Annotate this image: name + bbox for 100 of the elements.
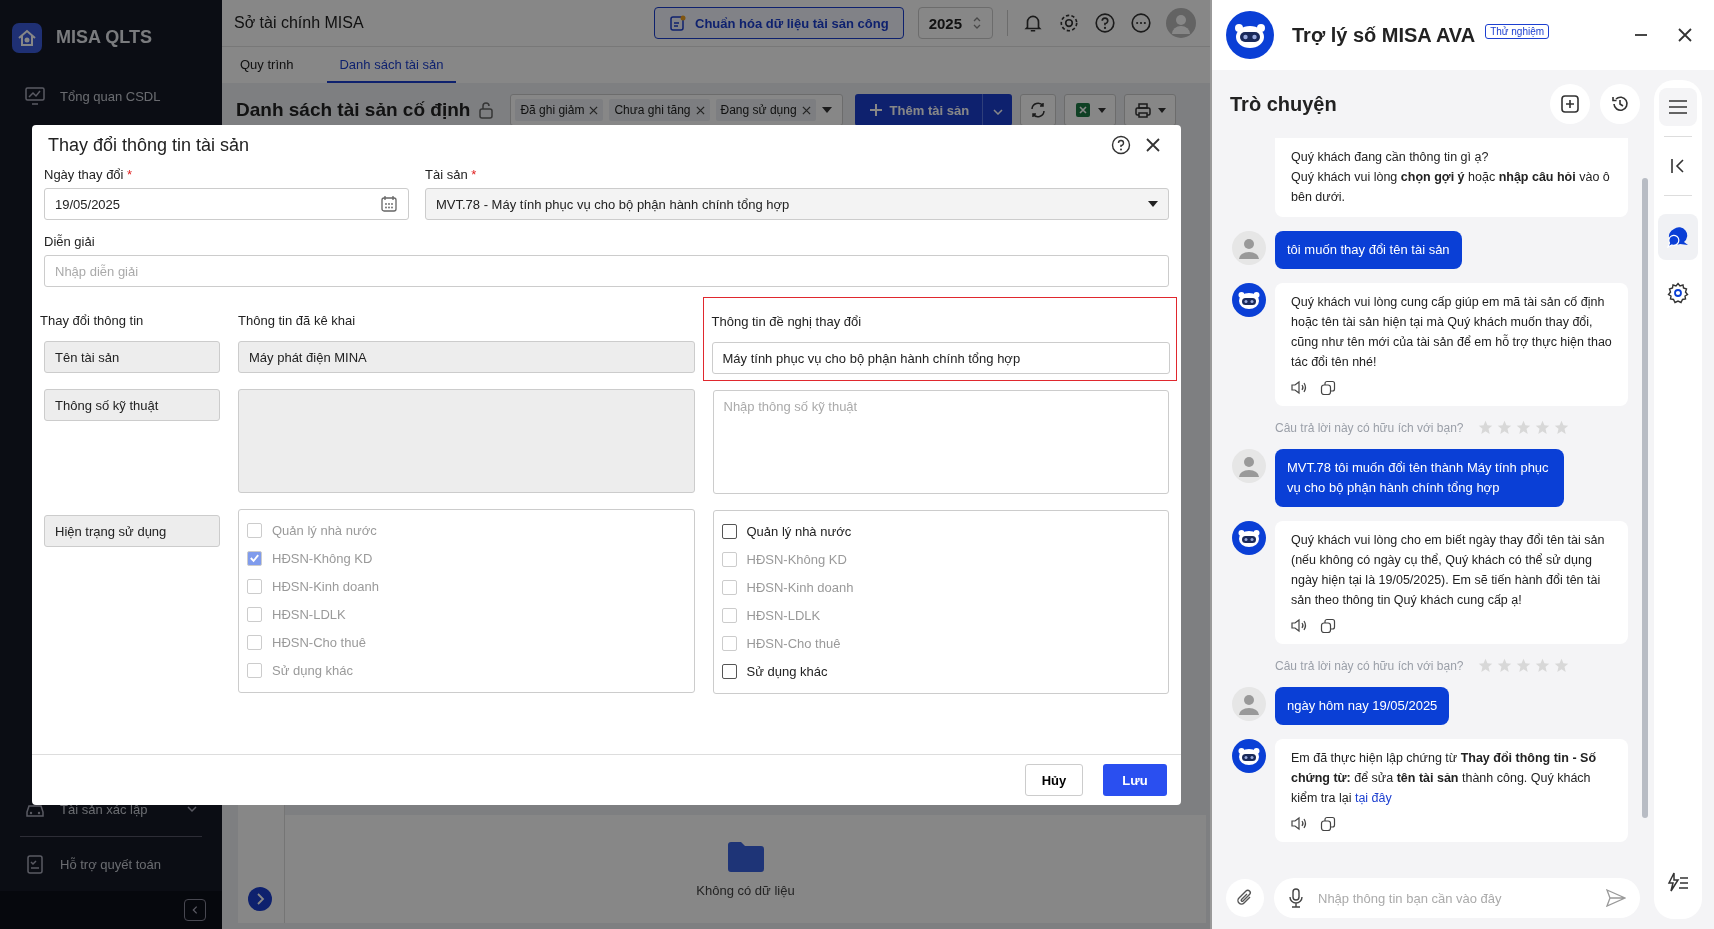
printer-icon bbox=[1134, 101, 1153, 119]
more-icon[interactable] bbox=[1130, 12, 1152, 34]
robot-avatar-icon bbox=[1232, 283, 1266, 317]
add-asset-button[interactable]: Thêm tài sản bbox=[854, 94, 984, 126]
tab[interactable]: Danh sách tài sản bbox=[327, 47, 456, 83]
copy-icon[interactable] bbox=[1320, 816, 1336, 832]
close-icon[interactable] bbox=[1678, 28, 1692, 42]
add-dropdown-button[interactable] bbox=[982, 94, 1013, 126]
speaker-icon[interactable] bbox=[1291, 380, 1308, 395]
user-avatar-icon bbox=[1232, 231, 1266, 265]
rating-question: Câu trả lời này có hữu ích với bạn? bbox=[1275, 658, 1464, 673]
refresh-button[interactable] bbox=[1020, 94, 1057, 126]
tab[interactable]: Quy trình bbox=[238, 47, 296, 83]
row-label: Thông số kỹ thuật bbox=[44, 389, 220, 421]
assistant-message: Quý khách vui lòng cung cấp giúp em mã tài sản cố định hoặc tên tài sản hiện tại mà Quý khách muốn thay đổi, cũng như tên mới của tài sản để em hỗ trợ thực hiện thao tác đổi tên nhé! bbox=[1291, 294, 1613, 371]
new-chat-button[interactable] bbox=[1550, 84, 1590, 124]
sidebar-item[interactable]: Tổng quan CSDL bbox=[0, 75, 222, 117]
checkbox-option[interactable]: Sử dụng khác bbox=[721, 657, 1160, 685]
column-heading: Thông tin đã kê khai bbox=[238, 311, 357, 330]
field-label: Tài sản * bbox=[425, 167, 478, 182]
clipboard-icon bbox=[24, 853, 46, 875]
lightning-list-icon bbox=[1667, 872, 1689, 892]
proposed-spec-field[interactable]: Nhập thông số kỹ thuật bbox=[712, 390, 1169, 494]
message-input[interactable]: Nhập thông tin bạn cần vào đây bbox=[1316, 889, 1594, 907]
required-mark: * bbox=[471, 167, 477, 182]
star-icon[interactable] bbox=[1477, 658, 1493, 673]
cancel-button[interactable]: Hủy bbox=[1025, 764, 1083, 796]
field-label: Ngày thay đổi * bbox=[44, 167, 134, 182]
caret-icon bbox=[1148, 201, 1158, 207]
copy-icon[interactable] bbox=[1320, 380, 1336, 396]
collapse-icon bbox=[1670, 158, 1686, 174]
column-heading: Thông tin đề nghị thay đổi bbox=[711, 312, 863, 331]
dialog-title: Thay đổi thông tin tài sản bbox=[48, 134, 251, 156]
expand-icon[interactable] bbox=[248, 887, 272, 911]
trial-badge: Thử nghiệm bbox=[1485, 24, 1550, 39]
star-icon[interactable] bbox=[1515, 658, 1531, 673]
star-icon[interactable] bbox=[1553, 658, 1569, 673]
page-title: Danh sách tài sản cố định bbox=[236, 99, 471, 121]
star-icon[interactable] bbox=[1496, 420, 1512, 435]
filter-chip[interactable]: Đã ghi giảm bbox=[515, 99, 604, 121]
microphone-icon[interactable] bbox=[1288, 888, 1304, 908]
save-button[interactable]: Lưu bbox=[1103, 764, 1167, 796]
close-icon[interactable] bbox=[1145, 137, 1161, 153]
copy-icon[interactable] bbox=[1320, 618, 1336, 634]
date-field[interactable]: 19/05/2025 bbox=[44, 188, 409, 220]
star-icon[interactable] bbox=[1515, 420, 1531, 435]
app-logo-text: MISA QLTS bbox=[56, 27, 152, 48]
history-icon bbox=[1610, 94, 1630, 114]
settings-icon bbox=[1667, 282, 1689, 304]
speaker-icon[interactable] bbox=[1291, 816, 1308, 831]
organization-name: Sở tài chính MISA bbox=[234, 14, 365, 32]
caret-icon bbox=[1158, 107, 1167, 113]
empty-message: Không có dữ liệu bbox=[696, 882, 795, 898]
filter-field[interactable]: Đã ghi giảm Chưa ghi tăng Đang sử dụng bbox=[510, 94, 843, 126]
filter-chip[interactable]: Đang sử dụng bbox=[715, 99, 816, 121]
standardize-data-button[interactable]: Chuẩn hóa dữ liệu tài sản công bbox=[654, 7, 904, 39]
checkbox-option[interactable]: Quản lý nhà nước bbox=[721, 517, 1160, 545]
sidebar-item[interactable]: Tài sản xác lập bbox=[0, 788, 222, 830]
user-message: MVT.78 tôi muốn đổi tên thành Máy tính phục vụ cho bộ phận hành chính tổng hợp bbox=[1275, 449, 1564, 507]
description-field[interactable]: Nhập diễn giải bbox=[44, 255, 1169, 287]
help-icon[interactable] bbox=[1111, 135, 1131, 155]
excel-button[interactable] bbox=[1064, 94, 1117, 126]
star-icon[interactable] bbox=[1553, 420, 1569, 435]
send-icon[interactable] bbox=[1606, 889, 1626, 907]
settings-icon[interactable] bbox=[1058, 12, 1080, 34]
remove-icon[interactable] bbox=[801, 105, 811, 115]
caret-icon[interactable] bbox=[821, 107, 832, 113]
star-icon[interactable] bbox=[1534, 420, 1550, 435]
star-icon[interactable] bbox=[1534, 658, 1550, 673]
speaker-icon[interactable] bbox=[1291, 618, 1308, 633]
row-label: Hiện trạng sử dụng bbox=[44, 515, 220, 547]
row-label: Tên tài sản bbox=[44, 341, 220, 373]
attach-button[interactable] bbox=[1226, 879, 1264, 917]
remove-icon[interactable] bbox=[589, 105, 599, 115]
link[interactable]: tại đây bbox=[1354, 791, 1392, 805]
lock-icon bbox=[478, 101, 495, 119]
caret-icon bbox=[1098, 107, 1107, 113]
history-button[interactable] bbox=[1600, 84, 1640, 124]
year-selector[interactable]: 2025 bbox=[917, 7, 993, 39]
user-message: ngày hôm nay 19/05/2025 bbox=[1275, 687, 1450, 725]
star-icon[interactable] bbox=[1496, 658, 1512, 673]
remove-icon[interactable] bbox=[695, 105, 705, 115]
print-button[interactable] bbox=[1124, 94, 1177, 126]
proposed-name-field[interactable]: Máy tính phục vụ cho bộ phận hành chính tổng hợp bbox=[711, 342, 1170, 374]
asset-select[interactable]: MVT.78 - Máy tính phục vụ cho bộ phận hành chính tổng hợp bbox=[425, 188, 1169, 220]
calendar-icon[interactable] bbox=[380, 195, 398, 213]
sidebar-item[interactable]: Hỗ trợ quyết toán bbox=[0, 843, 222, 885]
declared-name-field: Máy phát điện MINA bbox=[238, 341, 695, 373]
robot-avatar-icon bbox=[1232, 739, 1266, 773]
chat-button[interactable] bbox=[1658, 214, 1698, 260]
user-message: tôi muốn thay đổi tên tài sản bbox=[1275, 231, 1462, 269]
chevron-icon bbox=[190, 905, 200, 915]
checkbox[interactable] bbox=[721, 523, 737, 539]
star-icon[interactable] bbox=[1477, 420, 1493, 435]
menu-button[interactable] bbox=[1659, 88, 1697, 126]
message-field[interactable]: Nhập thông tin bạn cần vào đây bbox=[1274, 878, 1640, 918]
chevron-icon bbox=[992, 108, 1003, 115]
filter-chip[interactable]: Chưa ghi tăng bbox=[609, 99, 710, 121]
required-mark: * bbox=[127, 167, 133, 182]
checkbox[interactable] bbox=[721, 663, 737, 679]
